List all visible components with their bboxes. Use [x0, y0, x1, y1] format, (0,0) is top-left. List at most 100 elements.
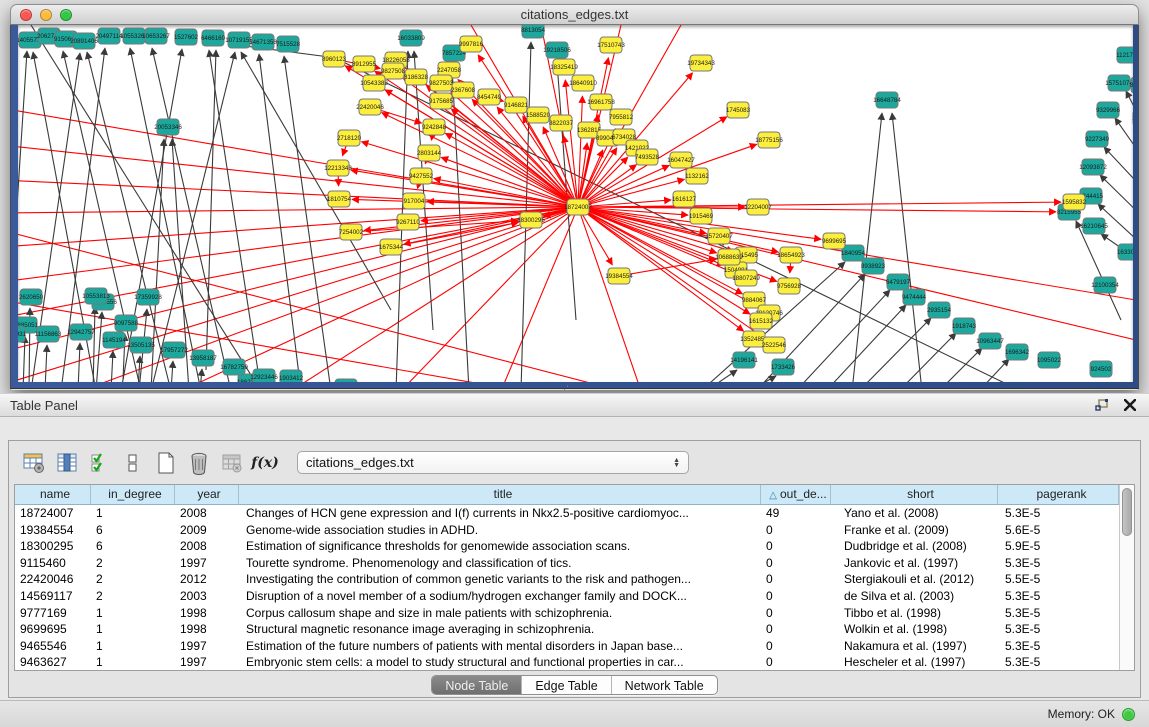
show-columns-icon[interactable] [52, 448, 82, 478]
table-row[interactable]: 969969511998Structural magnetic resonanc… [15, 621, 1119, 638]
window-titlebar[interactable]: citations_edges.txt [10, 4, 1139, 25]
graph-node[interactable]: 2718120 [337, 130, 362, 146]
graph-node[interactable]: 15751074 [1105, 75, 1133, 91]
graph-node[interactable]: 12923446 [250, 369, 278, 382]
graph-node[interactable]: 16961758 [587, 94, 615, 110]
graph-node[interactable]: 10963447 [976, 333, 1004, 349]
table-selector-dropdown[interactable]: citations_edges.txt ▲▼ [297, 451, 689, 474]
graph-node[interactable]: 6466160 [201, 30, 226, 46]
table-row[interactable]: 977716911998Corpus callosum shape and si… [15, 605, 1119, 622]
graph-node[interactable]: 13505135 [127, 337, 155, 353]
table-mode-icon[interactable] [19, 448, 49, 478]
graph-node[interactable]: 11156863 [35, 326, 62, 342]
close-window-button[interactable] [20, 9, 32, 21]
graph-node[interactable]: 19734343 [687, 55, 715, 71]
graph-node[interactable]: 1914388 [1132, 110, 1133, 126]
graph-node[interactable]: 2620650 [19, 289, 44, 305]
table-row[interactable]: 946554611997Estimation of the future num… [15, 638, 1119, 655]
graph-node[interactable]: 9756928 [777, 278, 802, 294]
graph-node[interactable]: 3915931 [18, 326, 27, 342]
graph-node[interactable]: 16782759 [220, 359, 248, 375]
column-header-title[interactable]: title [239, 485, 761, 504]
graph-node[interactable]: 2803144 [417, 145, 442, 161]
graph-node[interactable]: 14671358 [249, 34, 277, 50]
table-row[interactable]: 1872400712008Changes of HCN gene express… [15, 505, 1119, 522]
graph-node[interactable]: 2935154 [927, 302, 952, 318]
function-builder-icon[interactable]: f(x) [250, 448, 280, 478]
graph-node[interactable]: 16210645 [1080, 218, 1108, 234]
table-row[interactable]: 1456911722003Disruption of a novel membe… [15, 588, 1119, 605]
graph-node[interactable]: 22420046 [356, 99, 384, 115]
column-header-name[interactable]: name [15, 485, 91, 504]
graph-node[interactable]: 19218506 [543, 42, 571, 58]
tab-edge-table[interactable]: Edge Table [522, 676, 611, 694]
panel-resize-grip[interactable]: ⋰ [560, 384, 569, 395]
graph-node[interactable]: 917004 [403, 193, 425, 209]
graph-node[interactable]: 15720407 [705, 228, 733, 244]
graph-node[interactable]: 9097588 [114, 315, 139, 331]
graph-node[interactable]: 16047427 [667, 152, 695, 168]
graph-node[interactable]: 14196141 [730, 352, 758, 368]
graph-node[interactable]: 1633054 [1117, 244, 1133, 260]
graph-node[interactable]: 7254002 [339, 224, 364, 240]
graph-node[interactable]: 9245012 [334, 379, 359, 382]
zoom-window-button[interactable] [60, 9, 72, 21]
graph-node[interactable]: 20891406 [70, 33, 98, 49]
graph-node[interactable]: 17359928 [134, 289, 162, 305]
memory-status-indicator[interactable] [1122, 708, 1135, 721]
graph-node[interactable]: 10553813 [82, 288, 110, 304]
tab-node-table[interactable]: Node Table [432, 676, 522, 694]
graph-node[interactable]: 1616127 [672, 191, 697, 207]
delete-column-icon[interactable] [184, 448, 214, 478]
graph-node[interactable]: 1675344 [379, 239, 404, 255]
new-column-icon[interactable] [151, 448, 181, 478]
graph-node[interactable]: 18325419 [550, 59, 578, 75]
graph-node[interactable]: 9329966 [1096, 102, 1121, 118]
table-scrollbar[interactable] [1119, 485, 1134, 670]
minimize-window-button[interactable] [40, 9, 52, 21]
graph-node[interactable]: 1132162 [685, 168, 709, 184]
graph-node[interactable]: 9827503 [429, 75, 454, 91]
graph-node[interactable]: 7955812 [609, 109, 634, 125]
graph-node[interactable]: 18775156 [755, 132, 783, 148]
graph-node[interactable]: 18724007 [564, 199, 592, 215]
graph-node[interactable]: 16033809 [397, 30, 425, 46]
graph-node[interactable]: 8912955 [352, 56, 377, 72]
graph-node[interactable]: 1745083 [726, 102, 751, 118]
graph-node[interactable]: 10653267 [142, 28, 170, 44]
column-header-out_de[interactable]: △out_de... [761, 485, 831, 504]
graph-node[interactable]: 9267110 [396, 214, 420, 230]
select-all-columns-icon[interactable] [85, 448, 115, 478]
graph-node[interactable]: 8186328 [404, 69, 429, 85]
graph-node[interactable]: 8813054 [521, 25, 546, 38]
graph-node[interactable]: 2522546 [762, 337, 787, 353]
graph-node[interactable]: 20053346 [154, 119, 182, 135]
network-canvas[interactable]: 1405572420627339150614208914062049711410… [18, 25, 1133, 382]
table-row[interactable]: 946362711997Embryonic stem cells: a mode… [15, 654, 1119, 670]
graph-node[interactable]: 18300295 [517, 212, 545, 228]
graph-node[interactable]: 1588520 [526, 107, 551, 123]
table-row[interactable]: 1938455462009Genome-wide association stu… [15, 522, 1119, 539]
graph-node[interactable]: 8938923 [861, 258, 886, 274]
graph-node[interactable]: 1915469 [689, 208, 714, 224]
graph-node[interactable]: 6479197 [886, 274, 911, 290]
graph-node[interactable]: 7515528 [276, 36, 301, 52]
graph-node[interactable]: 9997816 [459, 36, 484, 52]
graph-node[interactable]: 1918743 [952, 318, 977, 334]
graph-node[interactable]: 1733426 [771, 359, 796, 375]
column-header-in_degree[interactable]: in_degree [91, 485, 175, 504]
graph-node[interactable]: 12942757 [67, 324, 95, 340]
graph-node[interactable]: 9227349 [1085, 131, 1110, 147]
graph-node[interactable]: 1810754 [327, 191, 352, 207]
graph-node[interactable]: 9242848 [422, 119, 447, 135]
graph-node[interactable]: 1121764 [1116, 47, 1133, 63]
graph-node[interactable]: 1095022 [1037, 352, 1062, 368]
graph-node[interactable]: 12093872 [1079, 159, 1107, 175]
column-header-short[interactable]: short [831, 485, 998, 504]
scrollbar-thumb[interactable] [1122, 488, 1132, 536]
unselect-all-columns-icon[interactable] [118, 448, 148, 478]
graph-node[interactable]: 12204007 [744, 199, 772, 215]
tab-network-table[interactable]: Network Table [612, 676, 717, 694]
graph-node[interactable]: 18640910 [569, 75, 597, 91]
graph-node[interactable]: 1527602 [174, 29, 199, 45]
